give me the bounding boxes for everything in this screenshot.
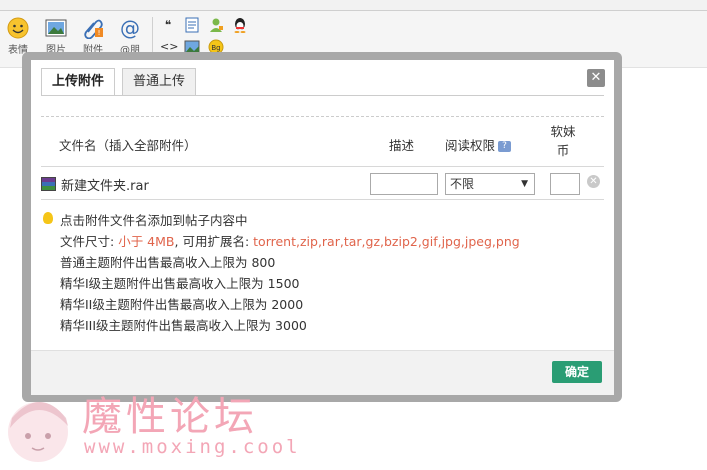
permission-select[interactable]: 不限 ▼	[445, 173, 535, 195]
price-input[interactable]	[550, 173, 580, 195]
note-ext-value: torrent,zip,rar,tar,gz,bzip2,gif,jpg,jpe…	[253, 234, 520, 249]
file-row: 新建文件夹.rar 不限 ▼ ✕	[41, 173, 604, 199]
toolbar-separator	[152, 17, 153, 57]
tab-normal-upload[interactable]: 普通上传	[122, 68, 197, 96]
column-permission-label: 阅读权限	[445, 138, 496, 153]
tab-upload-attachment[interactable]: 上传附件	[41, 68, 116, 96]
column-coin: 软妹币	[550, 124, 576, 158]
toolbar-mention[interactable]: @ @朋	[116, 17, 144, 56]
at-icon: @	[120, 17, 140, 39]
attachment-icon: !	[84, 19, 103, 39]
qq-icon[interactable]	[232, 17, 248, 33]
note-ext-prefix: , 可用扩展名:	[174, 234, 250, 249]
column-description: 描述	[389, 138, 415, 153]
confirm-button[interactable]: 确定	[552, 361, 602, 383]
quote-icon[interactable]: ❝	[160, 17, 176, 33]
file-name-link[interactable]: 新建文件夹.rar	[61, 175, 149, 194]
delete-icon[interactable]: ✕	[587, 175, 600, 188]
watermark-logo	[8, 402, 68, 462]
row-divider	[41, 199, 604, 200]
toolbar-emoji[interactable]: 表情	[4, 17, 32, 56]
toolbar-attachment[interactable]: ! 附件	[79, 17, 107, 56]
header-divider	[41, 166, 604, 167]
note-size-value: 小于 4MB	[118, 234, 175, 249]
column-filename[interactable]: 文件名（插入全部附件）	[59, 135, 197, 154]
dashed-divider	[41, 116, 604, 117]
smiley-icon	[7, 17, 29, 39]
toolbar-image[interactable]: 图片	[42, 17, 70, 56]
svg-text:Bg: Bg	[211, 44, 220, 52]
close-button[interactable]: ✕	[587, 69, 605, 87]
watermark-url: www.moxing.cool	[84, 436, 301, 458]
tab-underline	[41, 95, 604, 96]
note-file-size: 文件尺寸: 小于 4MB, 可用扩展名: torrent,zip,rar,tar…	[60, 231, 520, 250]
svg-text:@: @	[120, 17, 140, 39]
help-icon[interactable]: ?	[498, 141, 512, 152]
note-limit-elite2: 精华II级主题附件出售最高收入上限为 2000	[60, 297, 304, 312]
note-limit-elite3: 精华III级主题附件出售最高收入上限为 3000	[60, 318, 307, 333]
permission-select-value: 不限	[450, 177, 475, 191]
window-top-strip	[0, 0, 707, 11]
column-permission: 阅读权限?	[445, 135, 512, 154]
note-limit-elite1: 精华I级主题附件出售最高收入上限为 1500	[60, 276, 300, 291]
image-icon	[45, 19, 67, 37]
note-limit-normal: 普通主题附件出售最高收入上限为 800	[60, 255, 276, 270]
svg-text:!: !	[98, 29, 101, 37]
description-input[interactable]	[370, 173, 438, 195]
user-add-icon[interactable]	[208, 17, 224, 33]
lightbulb-icon	[43, 212, 53, 224]
rar-file-icon	[41, 177, 56, 191]
note-insert-hint: 点击附件文件名添加到帖子内容中	[60, 213, 248, 228]
dropdown-arrow-icon: ▼	[521, 179, 528, 189]
document-icon[interactable]	[184, 17, 200, 33]
note-size-prefix: 文件尺寸:	[60, 234, 115, 249]
upload-dialog: 上传附件 普通上传 ✕ 文件名（插入全部附件） 描述 阅读权限? 软妹币 新建文…	[31, 60, 614, 395]
watermark-title: 魔性论坛	[82, 394, 258, 440]
